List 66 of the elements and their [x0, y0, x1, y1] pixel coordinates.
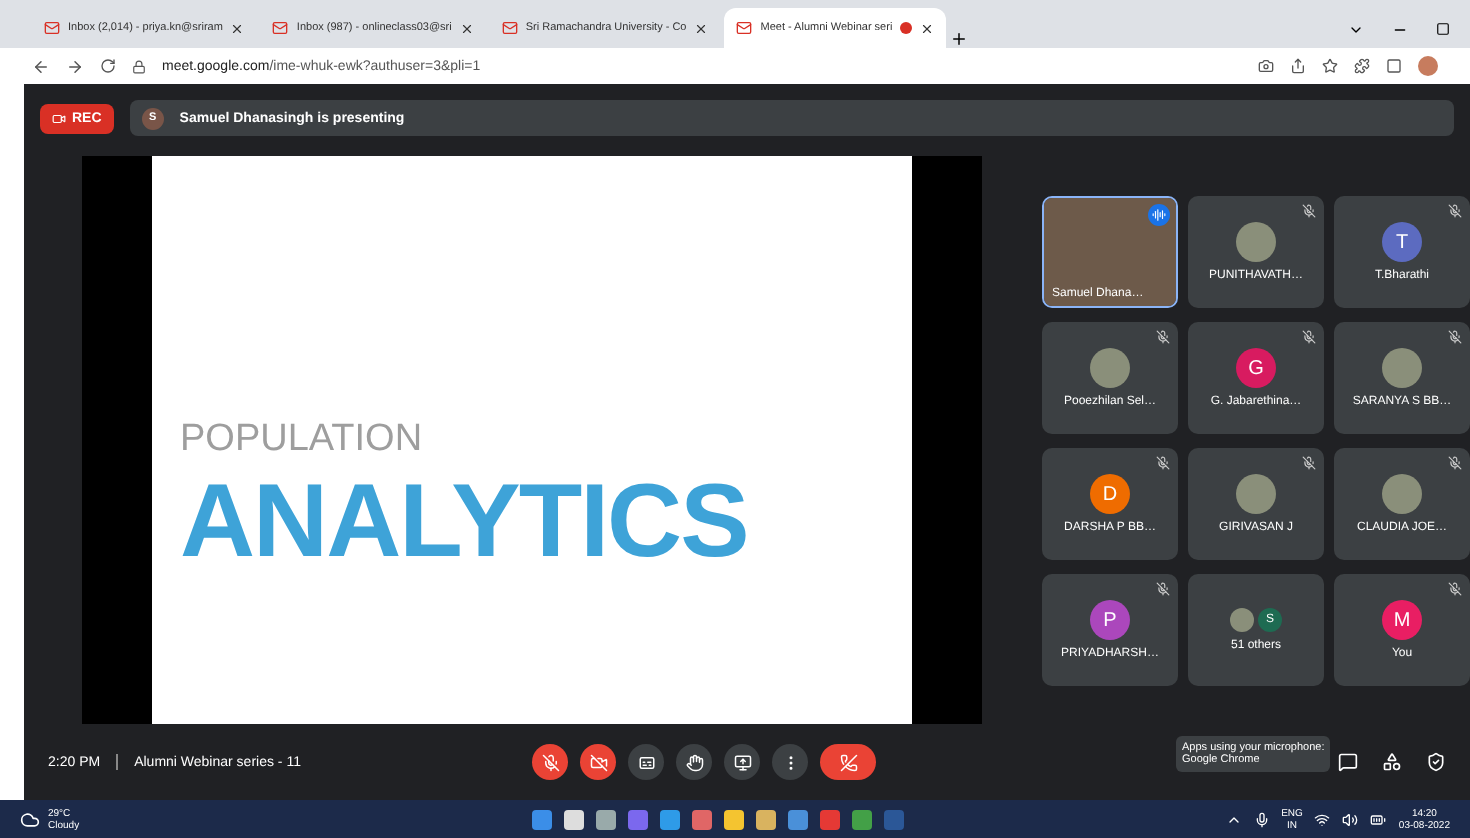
- maximize-icon: [1436, 22, 1450, 36]
- leave-call-button[interactable]: [820, 744, 877, 780]
- taskbar-app-icon[interactable]: [595, 809, 616, 829]
- camera-off-icon: [589, 753, 608, 771]
- raise-hand-button[interactable]: [676, 744, 713, 780]
- participant-avatar: G: [1236, 348, 1276, 388]
- close-icon: [230, 21, 245, 35]
- close-icon: [459, 21, 474, 35]
- mail-icon: [501, 20, 518, 36]
- record-icon: [52, 111, 66, 125]
- share-icon: [1290, 58, 1306, 74]
- reload-icon: [100, 58, 116, 74]
- chat-icon: [1338, 752, 1358, 772]
- avatar-photo-placeholder: [1236, 222, 1276, 262]
- avatar-photo-placeholder: [1382, 348, 1422, 388]
- camera-icon: [1258, 58, 1274, 74]
- taskbar-app-icon[interactable]: [755, 809, 776, 829]
- participant-avatar: D: [1090, 474, 1130, 514]
- participant-avatar: M: [1382, 600, 1422, 640]
- back-icon: [32, 57, 50, 75]
- close-icon: [920, 21, 935, 35]
- taskbar-app-icon[interactable]: [659, 809, 680, 829]
- slide-title: ANALYTICS: [180, 462, 750, 582]
- avatar-photo-placeholder: [1090, 348, 1130, 388]
- mail-icon: [272, 20, 289, 36]
- battery-icon: [1370, 811, 1387, 827]
- shield-lock-icon: [1426, 752, 1446, 772]
- forward-icon: [66, 57, 84, 75]
- avatar-photo-placeholder: [1236, 474, 1276, 514]
- video-placeholder: [1044, 198, 1176, 306]
- present-button[interactable]: [724, 744, 761, 780]
- mail-icon: [44, 20, 60, 36]
- close-icon: [694, 21, 709, 35]
- slide-subtitle: POPULATION: [180, 418, 425, 462]
- shapes-icon: [1382, 752, 1402, 772]
- plus-icon: [950, 30, 969, 48]
- taskbar-app-icon[interactable]: [531, 809, 552, 829]
- chevron-down-icon: [1348, 22, 1364, 38]
- microphone-icon: [1253, 811, 1270, 827]
- taskbar-app-icon[interactable]: [563, 809, 584, 829]
- captions-icon: [637, 753, 656, 771]
- taskbar-app-icon[interactable]: [851, 809, 872, 829]
- camera-button[interactable]: [580, 744, 617, 780]
- taskbar-app-icon[interactable]: [787, 809, 808, 829]
- avatar-photo-placeholder: [1230, 608, 1254, 632]
- microphone-button[interactable]: [532, 744, 569, 780]
- cloud-icon: [20, 809, 40, 829]
- participant-avatar: T: [1382, 222, 1422, 262]
- volume-icon: [1342, 811, 1359, 827]
- wifi-icon: [1314, 811, 1331, 827]
- more-options-button[interactable]: [772, 744, 809, 780]
- taskbar-app-icon[interactable]: [723, 809, 744, 829]
- phone-off-icon: [839, 753, 858, 771]
- profile-avatar[interactable]: [1418, 56, 1438, 76]
- hand-icon: [685, 753, 704, 771]
- sidebar-icon: [1386, 58, 1402, 74]
- mail-icon: [736, 20, 753, 36]
- captions-button[interactable]: [628, 744, 665, 780]
- star-icon: [1322, 58, 1338, 74]
- mic-off-icon: [541, 753, 560, 771]
- participant-avatar: P: [1090, 600, 1130, 640]
- avatar-photo-placeholder: [1382, 474, 1422, 514]
- puzzle-icon: [1354, 58, 1370, 74]
- taskbar-app-icon[interactable]: [691, 809, 712, 829]
- lock-icon: [132, 59, 146, 73]
- present-screen-icon: [733, 753, 752, 771]
